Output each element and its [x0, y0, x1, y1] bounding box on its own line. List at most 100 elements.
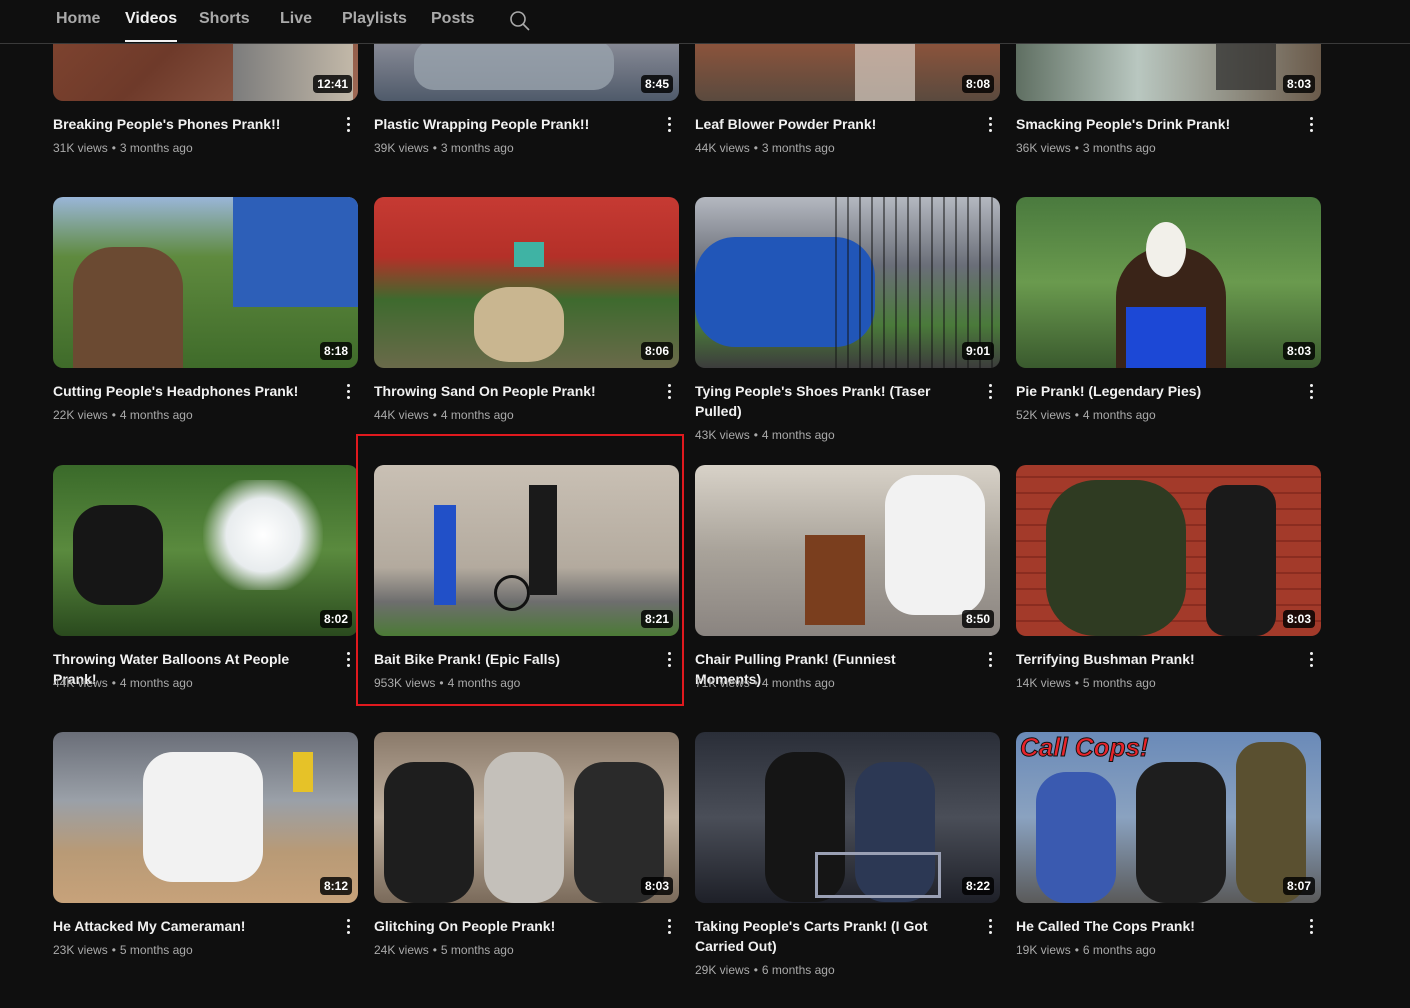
video-metadata: 14K views • 5 months ago — [1016, 676, 1156, 690]
video-thumbnail[interactable]: 8:12 — [53, 732, 358, 903]
upload-age: 4 months ago — [761, 676, 835, 690]
tab-playlists[interactable]: Playlists — [342, 10, 407, 28]
duration-badge: 8:21 — [640, 610, 673, 628]
tab-videos[interactable]: Videos — [125, 10, 178, 42]
more-options-icon[interactable] — [1303, 647, 1319, 671]
more-options-icon[interactable] — [661, 914, 677, 938]
meta-separator: • — [1074, 141, 1079, 155]
video-title[interactable]: Tying People's Shoes Prank! (Taser Pulle… — [695, 381, 957, 421]
video-thumbnail[interactable]: 8:18 — [53, 197, 358, 368]
video-metadata: 19K views • 6 months ago — [1016, 943, 1156, 957]
meta-separator: • — [432, 408, 437, 422]
view-count: 36K views — [1016, 141, 1071, 155]
video-title[interactable]: He Called The Cops Prank! — [1016, 916, 1278, 936]
search-icon[interactable] — [508, 9, 532, 33]
video-title[interactable]: Plastic Wrapping People Prank!! — [374, 114, 636, 134]
meta-separator: • — [111, 408, 116, 422]
duration-badge: 8:50 — [961, 610, 994, 628]
duration-badge: 8:08 — [961, 75, 994, 93]
video-metadata: 22K views • 4 months ago — [53, 408, 193, 422]
view-count: 953K views — [374, 676, 436, 690]
video-metadata: 23K views • 5 months ago — [53, 943, 193, 957]
thumbnail-image — [53, 465, 358, 636]
video-title[interactable]: Cutting People's Headphones Prank! — [53, 381, 315, 401]
video-thumbnail[interactable]: 8:03 — [1016, 465, 1321, 636]
thumbnail-image — [374, 197, 679, 368]
video-thumbnail[interactable]: 8:03 — [1016, 197, 1321, 368]
upload-age: 3 months ago — [440, 141, 514, 155]
more-options-icon[interactable] — [1303, 112, 1319, 136]
upload-age: 3 months ago — [1082, 141, 1156, 155]
view-count: 19K views — [1016, 943, 1071, 957]
view-count: 44K views — [374, 408, 429, 422]
upload-age: 5 months ago — [440, 943, 514, 957]
upload-age: 5 months ago — [1082, 676, 1156, 690]
view-count: 43K views — [695, 428, 750, 442]
more-options-icon[interactable] — [982, 647, 998, 671]
upload-age: 4 months ago — [761, 428, 835, 442]
view-count: 31K views — [53, 141, 108, 155]
video-title[interactable]: Throwing Sand On People Prank! — [374, 381, 636, 401]
view-count: 22K views — [53, 408, 108, 422]
more-options-icon[interactable] — [340, 379, 356, 403]
more-options-icon[interactable] — [1303, 379, 1319, 403]
thumbnail-image — [1016, 197, 1321, 368]
more-options-icon[interactable] — [982, 379, 998, 403]
video-thumbnail[interactable]: 8:06 — [374, 197, 679, 368]
upload-age: 3 months ago — [119, 141, 193, 155]
video-title[interactable]: Glitching On People Prank! — [374, 916, 636, 936]
more-options-icon[interactable] — [661, 647, 677, 671]
duration-badge: 8:18 — [319, 342, 352, 360]
duration-badge: 8:45 — [640, 75, 673, 93]
video-title[interactable]: Leaf Blower Powder Prank! — [695, 114, 957, 134]
video-title[interactable]: Bait Bike Prank! (Epic Falls) — [374, 649, 636, 669]
video-metadata: 44K views • 3 months ago — [695, 141, 835, 155]
video-title[interactable]: Terrifying Bushman Prank! — [1016, 649, 1278, 669]
video-metadata: 44K views • 4 months ago — [374, 408, 514, 422]
view-count: 44K views — [695, 141, 750, 155]
meta-separator: • — [753, 963, 758, 977]
more-options-icon[interactable] — [982, 914, 998, 938]
upload-age: 3 months ago — [761, 141, 835, 155]
duration-badge: 8:03 — [1282, 75, 1315, 93]
upload-age: 4 months ago — [119, 676, 193, 690]
upload-age: 4 months ago — [119, 408, 193, 422]
video-thumbnail[interactable]: 9:01 — [695, 197, 1000, 368]
more-options-icon[interactable] — [340, 112, 356, 136]
video-thumbnail[interactable]: 8:03 — [374, 732, 679, 903]
video-title[interactable]: Taking People's Carts Prank! (I Got Carr… — [695, 916, 957, 956]
video-metadata: 24K views • 5 months ago — [374, 943, 514, 957]
more-options-icon[interactable] — [340, 914, 356, 938]
tab-home[interactable]: Home — [56, 10, 100, 28]
more-options-icon[interactable] — [982, 112, 998, 136]
more-options-icon[interactable] — [340, 647, 356, 671]
video-title[interactable]: Smacking People's Drink Prank! — [1016, 114, 1278, 134]
tab-live[interactable]: Live — [280, 10, 312, 28]
upload-age: 6 months ago — [761, 963, 835, 977]
thumbnail-overlay-text: Call Cops! — [1020, 732, 1150, 763]
upload-age: 6 months ago — [1082, 943, 1156, 957]
view-count: 14K views — [1016, 676, 1071, 690]
video-title[interactable]: Pie Prank! (Legendary Pies) — [1016, 381, 1278, 401]
video-thumbnail[interactable]: 8:22 — [695, 732, 1000, 903]
video-metadata: 36K views • 3 months ago — [1016, 141, 1156, 155]
more-options-icon[interactable] — [661, 112, 677, 136]
thumbnail-image — [695, 197, 1000, 368]
more-options-icon[interactable] — [1303, 914, 1319, 938]
tab-shorts[interactable]: Shorts — [199, 10, 250, 28]
view-count: 23K views — [53, 943, 108, 957]
video-title[interactable]: Breaking People's Phones Prank!! — [53, 114, 315, 134]
video-thumbnail[interactable]: 8:21 — [374, 465, 679, 636]
more-options-icon[interactable] — [661, 379, 677, 403]
video-thumbnail[interactable]: 8:02 — [53, 465, 358, 636]
duration-badge: 12:41 — [313, 75, 352, 93]
video-metadata: 953K views • 4 months ago — [374, 676, 520, 690]
view-count: 44K views — [53, 676, 108, 690]
video-metadata: 52K views • 4 months ago — [1016, 408, 1156, 422]
video-metadata: 39K views • 3 months ago — [374, 141, 514, 155]
video-thumbnail[interactable]: Call Cops! 8:07 — [1016, 732, 1321, 903]
video-thumbnail[interactable]: 8:50 — [695, 465, 1000, 636]
video-title[interactable]: He Attacked My Cameraman! — [53, 916, 315, 936]
tab-posts[interactable]: Posts — [431, 10, 475, 28]
channel-tab-bar: Home Videos Shorts Live Playlists Posts — [0, 0, 1410, 44]
